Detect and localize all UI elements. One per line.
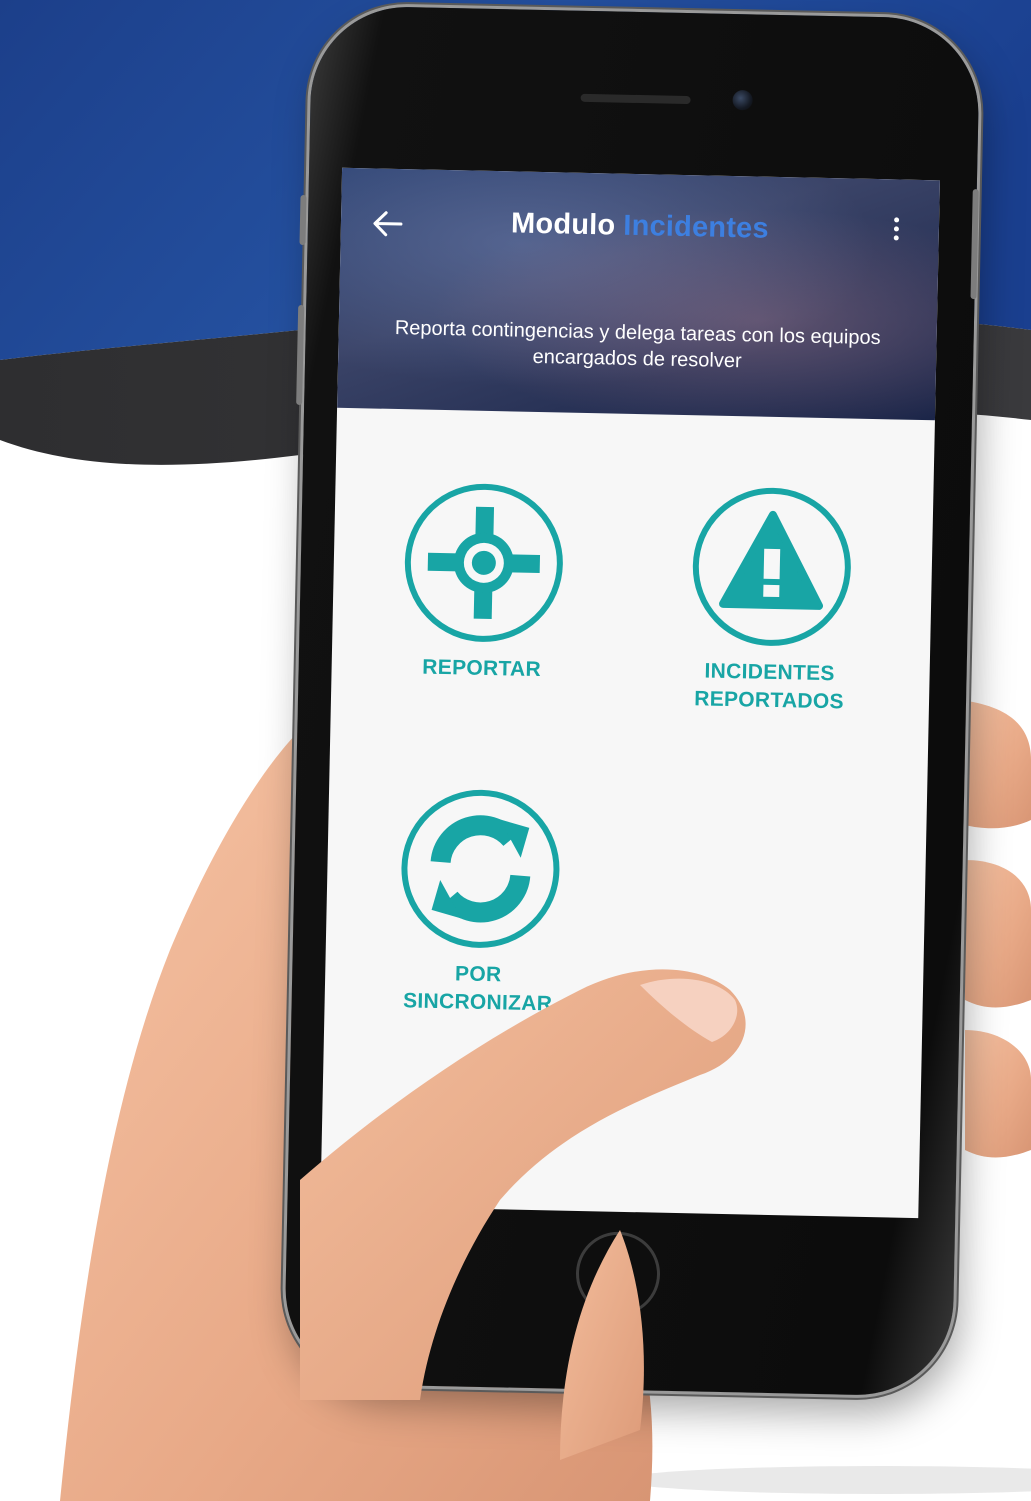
page-title-accent: Incidentes <box>623 209 770 245</box>
marketing-scene: Modulo Incidentes Reporta contingencias y… <box>0 0 1031 1501</box>
tile-incidentes-reportados[interactable]: INCIDENTES REPORTADOS <box>649 484 894 717</box>
tile-por-sincronizar[interactable]: POR SINCRONIZAR <box>357 786 602 1019</box>
page-title-prefix: Modulo <box>510 207 616 242</box>
crosshair-icon <box>404 483 563 642</box>
phone-frame: Modulo Incidentes Reporta contingencias y… <box>283 5 981 1397</box>
sync-icon <box>401 789 560 948</box>
tile-label: INCIDENTES REPORTADOS <box>694 659 845 714</box>
overflow-menu-icon[interactable] <box>891 217 902 245</box>
tile-reportar[interactable]: REPORTAR <box>361 480 605 685</box>
front-camera <box>732 89 753 111</box>
home-button[interactable] <box>575 1230 661 1317</box>
app-screen: Modulo Incidentes Reporta contingencias y… <box>320 167 940 1219</box>
app-header: Modulo Incidentes Reporta contingencias y… <box>337 167 940 421</box>
header-subtitle: Reporta contingencias y delega tareas co… <box>394 316 881 373</box>
page-title: Modulo Incidentes <box>341 204 940 250</box>
tile-label: POR SINCRONIZAR <box>402 962 553 1016</box>
warning-triangle-icon <box>692 487 851 646</box>
tile-label: REPORTAR <box>422 655 542 682</box>
earpiece-speaker <box>580 93 691 105</box>
mute-switch <box>299 194 307 246</box>
